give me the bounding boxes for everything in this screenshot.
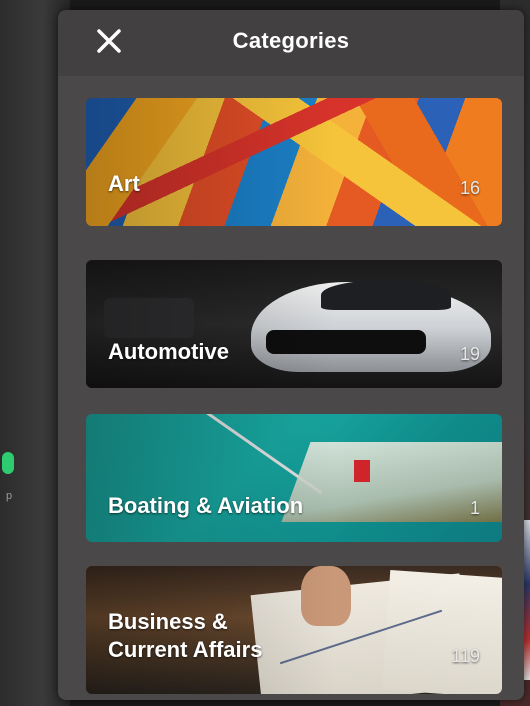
category-label: Automotive <box>108 339 229 364</box>
status-dot <box>2 452 14 474</box>
category-count: 16 <box>459 178 480 198</box>
background-text: p <box>6 490 13 502</box>
category-label-line2: Current Affairs <box>108 637 263 662</box>
category-label-line1: Business & <box>108 609 228 634</box>
category-card-business-current-affairs[interactable]: Business & Current Affairs 119 <box>86 566 502 694</box>
category-count: 19 <box>459 344 480 364</box>
category-label: Art <box>108 171 140 196</box>
categories-panel: Categories Art 16 Automotive 19 Boating … <box>58 10 524 700</box>
panel-header: Categories <box>58 10 524 76</box>
category-count: 119 <box>451 646 480 666</box>
category-card-boating-aviation[interactable]: Boating & Aviation 1 <box>86 414 502 542</box>
category-count: 1 <box>469 498 480 518</box>
category-card-automotive[interactable]: Automotive 19 <box>86 260 502 388</box>
category-card-art[interactable]: Art 16 <box>86 98 502 226</box>
page-title: Categories <box>232 28 350 53</box>
category-label: Boating & Aviation <box>108 493 304 518</box>
